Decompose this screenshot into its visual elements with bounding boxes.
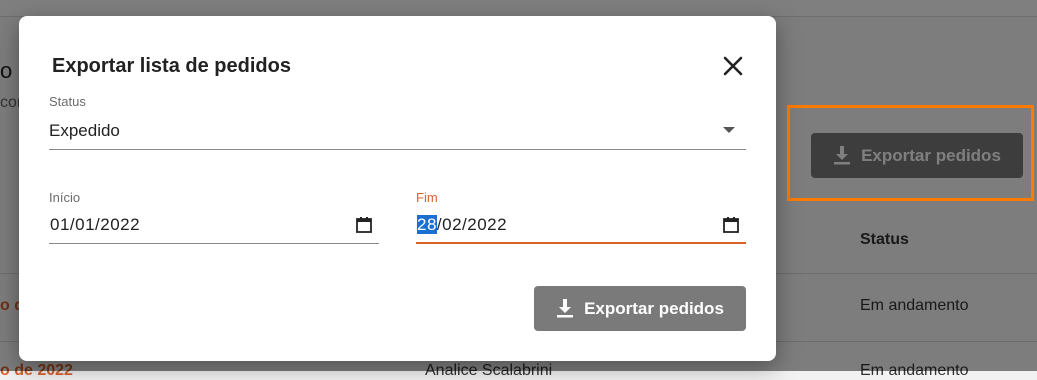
modal-title: Exportar lista de pedidos	[52, 55, 291, 77]
status-underline	[49, 149, 746, 150]
end-date-underline	[416, 242, 746, 244]
download-icon	[557, 298, 574, 317]
chevron-down-icon[interactable]	[723, 127, 735, 133]
start-date-underline	[49, 243, 379, 244]
end-date-day-selected[interactable]: 28	[417, 215, 437, 234]
status-label: Status	[49, 94, 86, 109]
export-button[interactable]: Exportar pedidos	[534, 286, 746, 331]
end-date-rest: /02/2022	[436, 215, 508, 234]
end-date-label: Fim	[416, 190, 438, 205]
calendar-icon[interactable]	[355, 216, 373, 234]
close-button[interactable]	[719, 52, 747, 80]
start-date-input[interactable]: 01/01/2022	[50, 215, 140, 235]
start-date-label: Início	[49, 190, 81, 205]
status-select[interactable]: Expedido	[49, 121, 120, 141]
export-modal: Exportar lista de pedidos Status Expedid…	[19, 16, 776, 361]
end-date-input[interactable]: 28/02/2022	[417, 215, 507, 235]
export-button-label: Exportar pedidos	[584, 298, 724, 318]
highlight-box	[787, 105, 1034, 201]
close-icon	[723, 56, 743, 76]
calendar-icon[interactable]	[722, 216, 740, 234]
